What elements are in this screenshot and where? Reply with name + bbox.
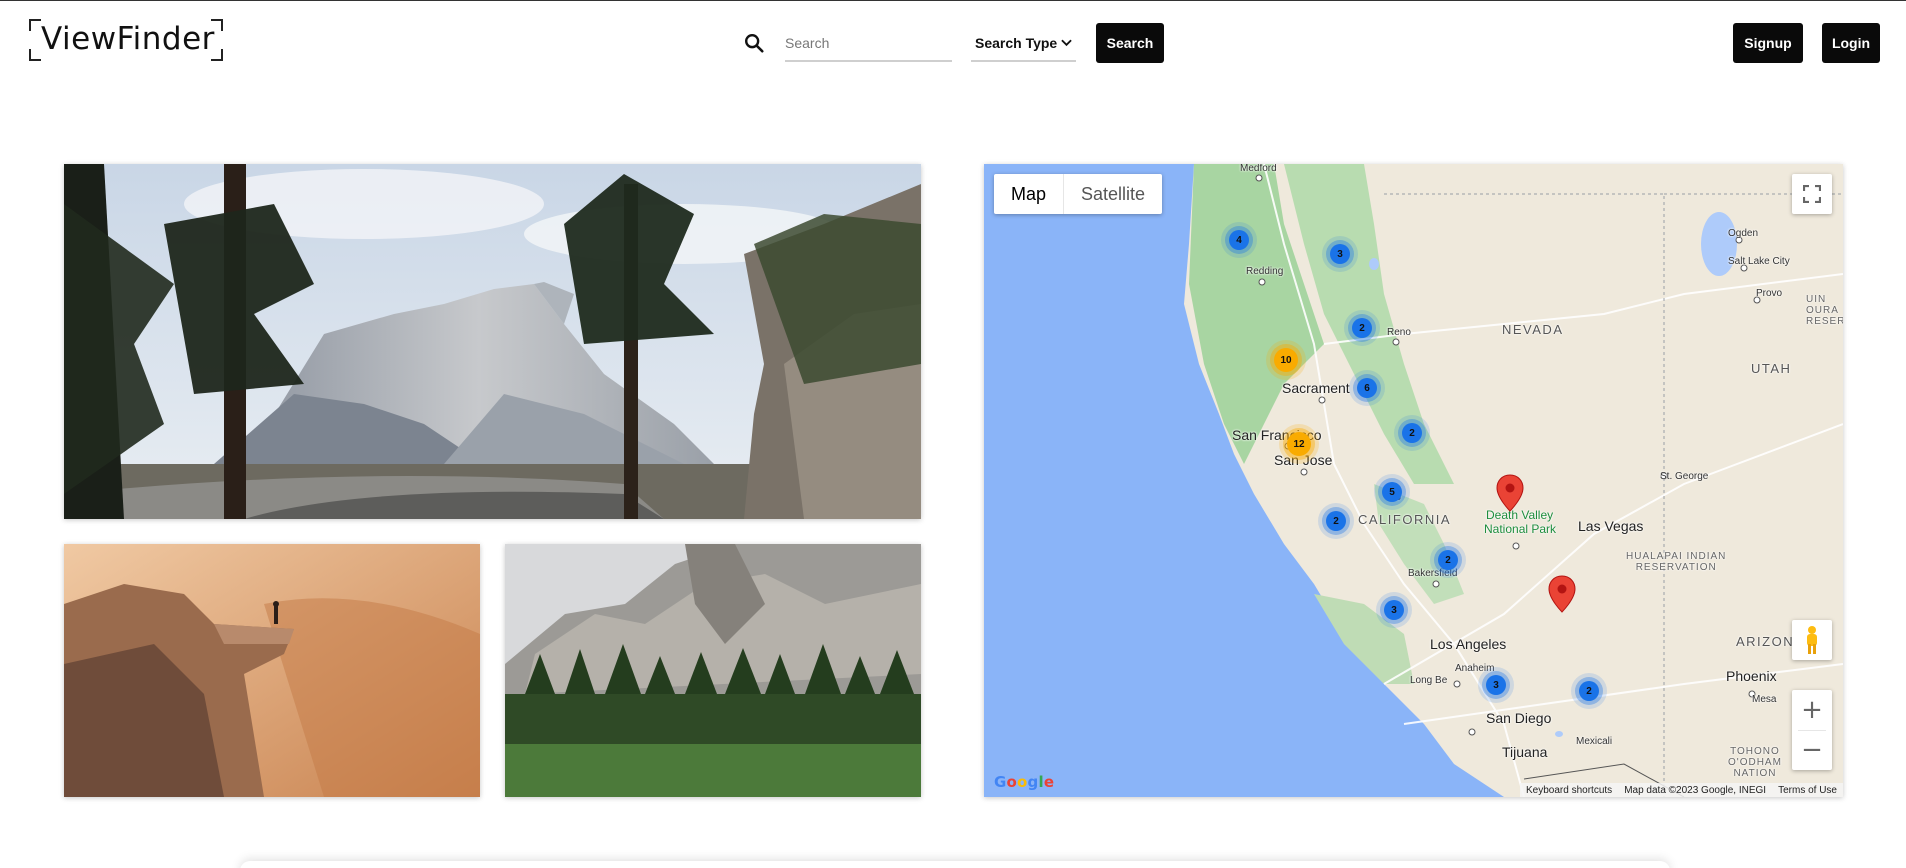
footer-bar: [240, 861, 1670, 868]
photo-hiker-cliff[interactable]: [64, 544, 480, 797]
label-utah: UTAH: [1751, 361, 1792, 376]
map-cluster[interactable]: 3: [1384, 600, 1404, 620]
label-mesa: Mesa: [1752, 694, 1777, 705]
label-st-george: St. George: [1660, 471, 1709, 482]
map-pin-icon[interactable]: [1496, 474, 1524, 512]
label-phoenix: Phoenix: [1726, 668, 1777, 684]
map-data-text: Map data ©2023 Google, INEGI: [1624, 784, 1767, 796]
photo-forest-granite[interactable]: [505, 544, 921, 797]
chevron-down-icon: [1061, 39, 1072, 47]
google-map[interactable]: Medford Redding Reno NEVADA UTAH Sacrame…: [984, 164, 1843, 797]
hiker-cliff-image: [64, 544, 480, 797]
label-salt-lake-city: Salt Lake City: [1728, 256, 1790, 267]
map-cluster[interactable]: 6: [1357, 378, 1377, 398]
login-button[interactable]: Login: [1822, 23, 1880, 63]
label-nevada: NEVADA: [1502, 322, 1564, 337]
map-attribution: Keyboard shortcuts Map data ©2023 Google…: [1520, 783, 1843, 797]
map-type-satellite-button[interactable]: Satellite: [1064, 174, 1162, 214]
zoom-in-button[interactable]: +: [1792, 690, 1832, 730]
map-cluster[interactable]: 5: [1382, 482, 1402, 502]
search-type-dropdown[interactable]: Search Type: [971, 26, 1076, 62]
label-ogden: Ogden: [1728, 228, 1759, 239]
label-tijuana: Tijuana: [1502, 744, 1548, 760]
label-anaheim: Anaheim: [1455, 663, 1495, 674]
zoom-control: + −: [1792, 690, 1832, 770]
map-pin-icon[interactable]: [1548, 575, 1576, 613]
label-medford: Medford: [1240, 164, 1277, 174]
pegman-icon: [1807, 626, 1817, 654]
label-arizona: ARIZON: [1736, 634, 1795, 649]
label-las-vegas: Las Vegas: [1578, 518, 1644, 534]
search-type-label: Search Type: [975, 35, 1058, 51]
label-hualapai: HUALAPAI INDIAN RESERVATION: [1626, 551, 1727, 573]
label-san-diego: San Diego: [1486, 710, 1552, 726]
map-cluster[interactable]: 2: [1579, 681, 1599, 701]
map-cluster[interactable]: 10: [1274, 348, 1298, 372]
fullscreen-icon: [1803, 185, 1821, 203]
map-cluster[interactable]: 3: [1330, 244, 1350, 264]
google-logo[interactable]: Google: [994, 773, 1054, 791]
label-uinta: UIN OURA RESERV: [1806, 294, 1843, 327]
map-cluster[interactable]: 2: [1326, 511, 1346, 531]
label-sacramento: Sacrament: [1282, 380, 1350, 396]
zoom-divider: [1798, 730, 1826, 731]
map-cluster[interactable]: 3: [1486, 675, 1506, 695]
label-los-angeles: Los Angeles: [1430, 636, 1507, 652]
keyboard-shortcuts-link[interactable]: Keyboard shortcuts: [1520, 785, 1618, 796]
map-base-layer: [984, 164, 1843, 797]
label-tohono: TOHONO O'ODHAM NATION: [1728, 746, 1782, 779]
label-california: CALIFORNIA: [1358, 512, 1452, 527]
label-death-valley-2: National Park: [1484, 522, 1557, 536]
label-mexicali: Mexicali: [1576, 736, 1613, 747]
label-provo: Provo: [1756, 288, 1783, 299]
search-icon: [745, 34, 764, 53]
fullscreen-button[interactable]: [1792, 174, 1832, 214]
map-cluster[interactable]: 2: [1438, 550, 1458, 570]
map-type-control: Map Satellite: [994, 174, 1163, 214]
zoom-out-button[interactable]: −: [1792, 730, 1832, 770]
viewfinder-logo[interactable]: ViewFinder: [29, 19, 223, 61]
signup-button[interactable]: Signup: [1733, 23, 1803, 63]
search-input[interactable]: [785, 26, 952, 62]
map-cluster[interactable]: 4: [1229, 230, 1249, 250]
map-cluster[interactable]: 2: [1352, 318, 1372, 338]
map-type-map-button[interactable]: Map: [994, 174, 1065, 214]
map-cluster[interactable]: 2: [1402, 423, 1422, 443]
logo-corner-top-left: [29, 19, 41, 31]
label-long-beach: Long Be: [1410, 675, 1448, 686]
map-cluster[interactable]: 12: [1287, 432, 1311, 456]
forest-granite-image: [505, 544, 921, 797]
photo-half-dome[interactable]: [64, 164, 921, 519]
search-button[interactable]: Search: [1096, 23, 1164, 63]
label-redding: Redding: [1246, 266, 1284, 277]
street-view-pegman[interactable]: [1792, 620, 1832, 660]
logo-corner-bottom-left: [29, 49, 41, 61]
label-reno: Reno: [1387, 327, 1411, 338]
logo-text: ViewFinder: [41, 21, 215, 57]
half-dome-image: [64, 164, 921, 519]
terms-of-use-link[interactable]: Terms of Use: [1772, 785, 1843, 796]
